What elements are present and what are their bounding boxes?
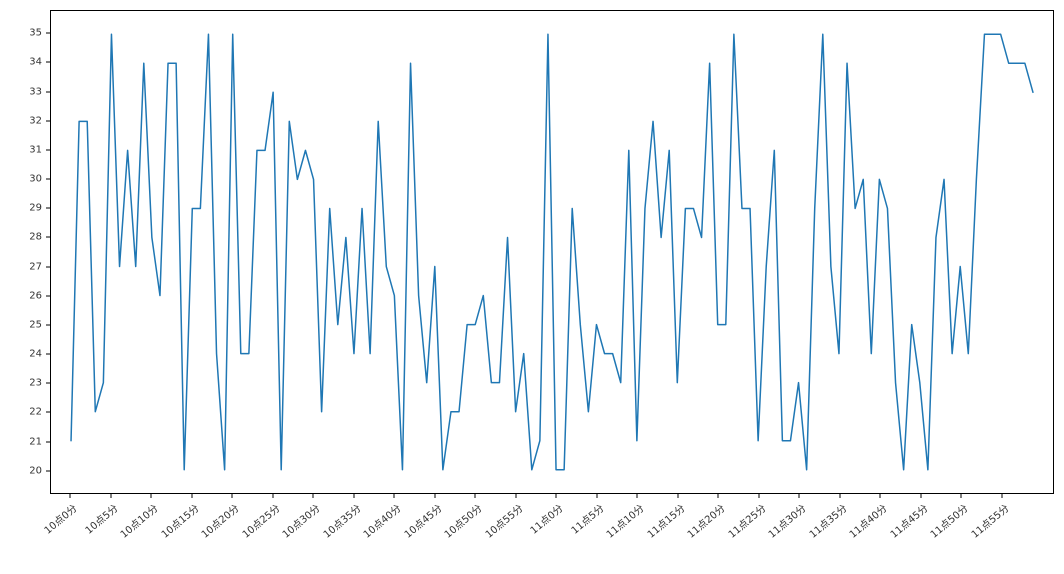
y-tick-label: 22 — [29, 407, 42, 418]
y-tick-label: 31 — [29, 144, 42, 155]
x-tick-label: 11点50分 — [926, 500, 970, 541]
y-tick-label: 20 — [29, 465, 42, 476]
x-tick-label: 11点35分 — [805, 500, 849, 541]
x-tick-mark — [677, 494, 678, 498]
y-tick-label: 35 — [29, 28, 42, 39]
y-tick-label: 26 — [29, 290, 42, 301]
y-tick-label: 21 — [29, 436, 42, 447]
x-tick-mark — [394, 494, 395, 498]
y-tick-label: 34 — [29, 57, 42, 68]
x-tick-mark — [961, 494, 962, 498]
x-tick-label: 10点20分 — [197, 500, 241, 541]
x-tick-label: 11点10分 — [602, 500, 646, 541]
y-tick-label: 32 — [29, 115, 42, 126]
x-tick-label: 10点35分 — [319, 500, 363, 541]
x-tick-mark — [434, 494, 435, 498]
x-tick-mark — [353, 494, 354, 498]
y-tick-label: 27 — [29, 261, 42, 272]
x-tick-label: 10点30分 — [278, 500, 322, 541]
x-tick-label: 10点5分 — [81, 500, 121, 537]
x-tick-label: 11点25分 — [724, 500, 768, 541]
y-tick-label: 29 — [29, 203, 42, 214]
x-tick-label: 10点45分 — [400, 500, 444, 541]
line-series — [51, 11, 1053, 493]
x-tick-label: 11点0分 — [526, 500, 566, 537]
x-tick-mark — [1001, 494, 1002, 498]
y-tick-label: 28 — [29, 232, 42, 243]
x-tick-mark — [70, 494, 71, 498]
plot-area — [50, 10, 1054, 494]
x-tick-label: 11点40分 — [845, 500, 889, 541]
x-tick-mark — [637, 494, 638, 498]
x-tick-mark — [596, 494, 597, 498]
x-tick-label: 11点5分 — [567, 500, 607, 537]
x-tick-mark — [799, 494, 800, 498]
x-tick-label: 11点55分 — [967, 500, 1011, 541]
x-tick-mark — [191, 494, 192, 498]
y-tick-label: 25 — [29, 319, 42, 330]
x-tick-mark — [313, 494, 314, 498]
x-tick-mark — [232, 494, 233, 498]
x-tick-label: 10点15分 — [157, 500, 201, 541]
x-tick-mark — [839, 494, 840, 498]
x-tick-label: 10点40分 — [359, 500, 403, 541]
x-tick-mark — [515, 494, 516, 498]
x-tick-mark — [272, 494, 273, 498]
data-line — [71, 34, 1033, 470]
chart-container: 20212223242526272829303132333435 10点0分10… — [0, 0, 1064, 574]
x-tick-mark — [475, 494, 476, 498]
y-tick-label: 30 — [29, 174, 42, 185]
x-tick-label: 11点45分 — [886, 500, 930, 541]
x-tick-mark — [718, 494, 719, 498]
y-tick-label: 23 — [29, 378, 42, 389]
x-tick-label: 11点20分 — [683, 500, 727, 541]
x-axis: 10点0分10点5分10点10分10点15分10点20分10点25分10点30分… — [50, 494, 1054, 574]
x-tick-mark — [556, 494, 557, 498]
x-tick-mark — [151, 494, 152, 498]
x-tick-label: 11点15分 — [643, 500, 687, 541]
y-tick-label: 24 — [29, 349, 42, 360]
x-tick-label: 10点50分 — [440, 500, 484, 541]
x-tick-mark — [880, 494, 881, 498]
x-tick-label: 11点30分 — [764, 500, 808, 541]
x-tick-label: 10点25分 — [238, 500, 282, 541]
x-tick-label: 10点0分 — [40, 500, 80, 537]
x-tick-mark — [758, 494, 759, 498]
x-tick-label: 10点55分 — [481, 500, 525, 541]
x-tick-mark — [920, 494, 921, 498]
y-axis: 20 21 22 23 24 25 26 27 28 29 30 31 32 33 34 35 — [0, 10, 46, 494]
x-tick-mark — [110, 494, 111, 498]
x-tick-label: 10点10分 — [116, 500, 160, 541]
y-tick-label: 33 — [29, 86, 42, 97]
